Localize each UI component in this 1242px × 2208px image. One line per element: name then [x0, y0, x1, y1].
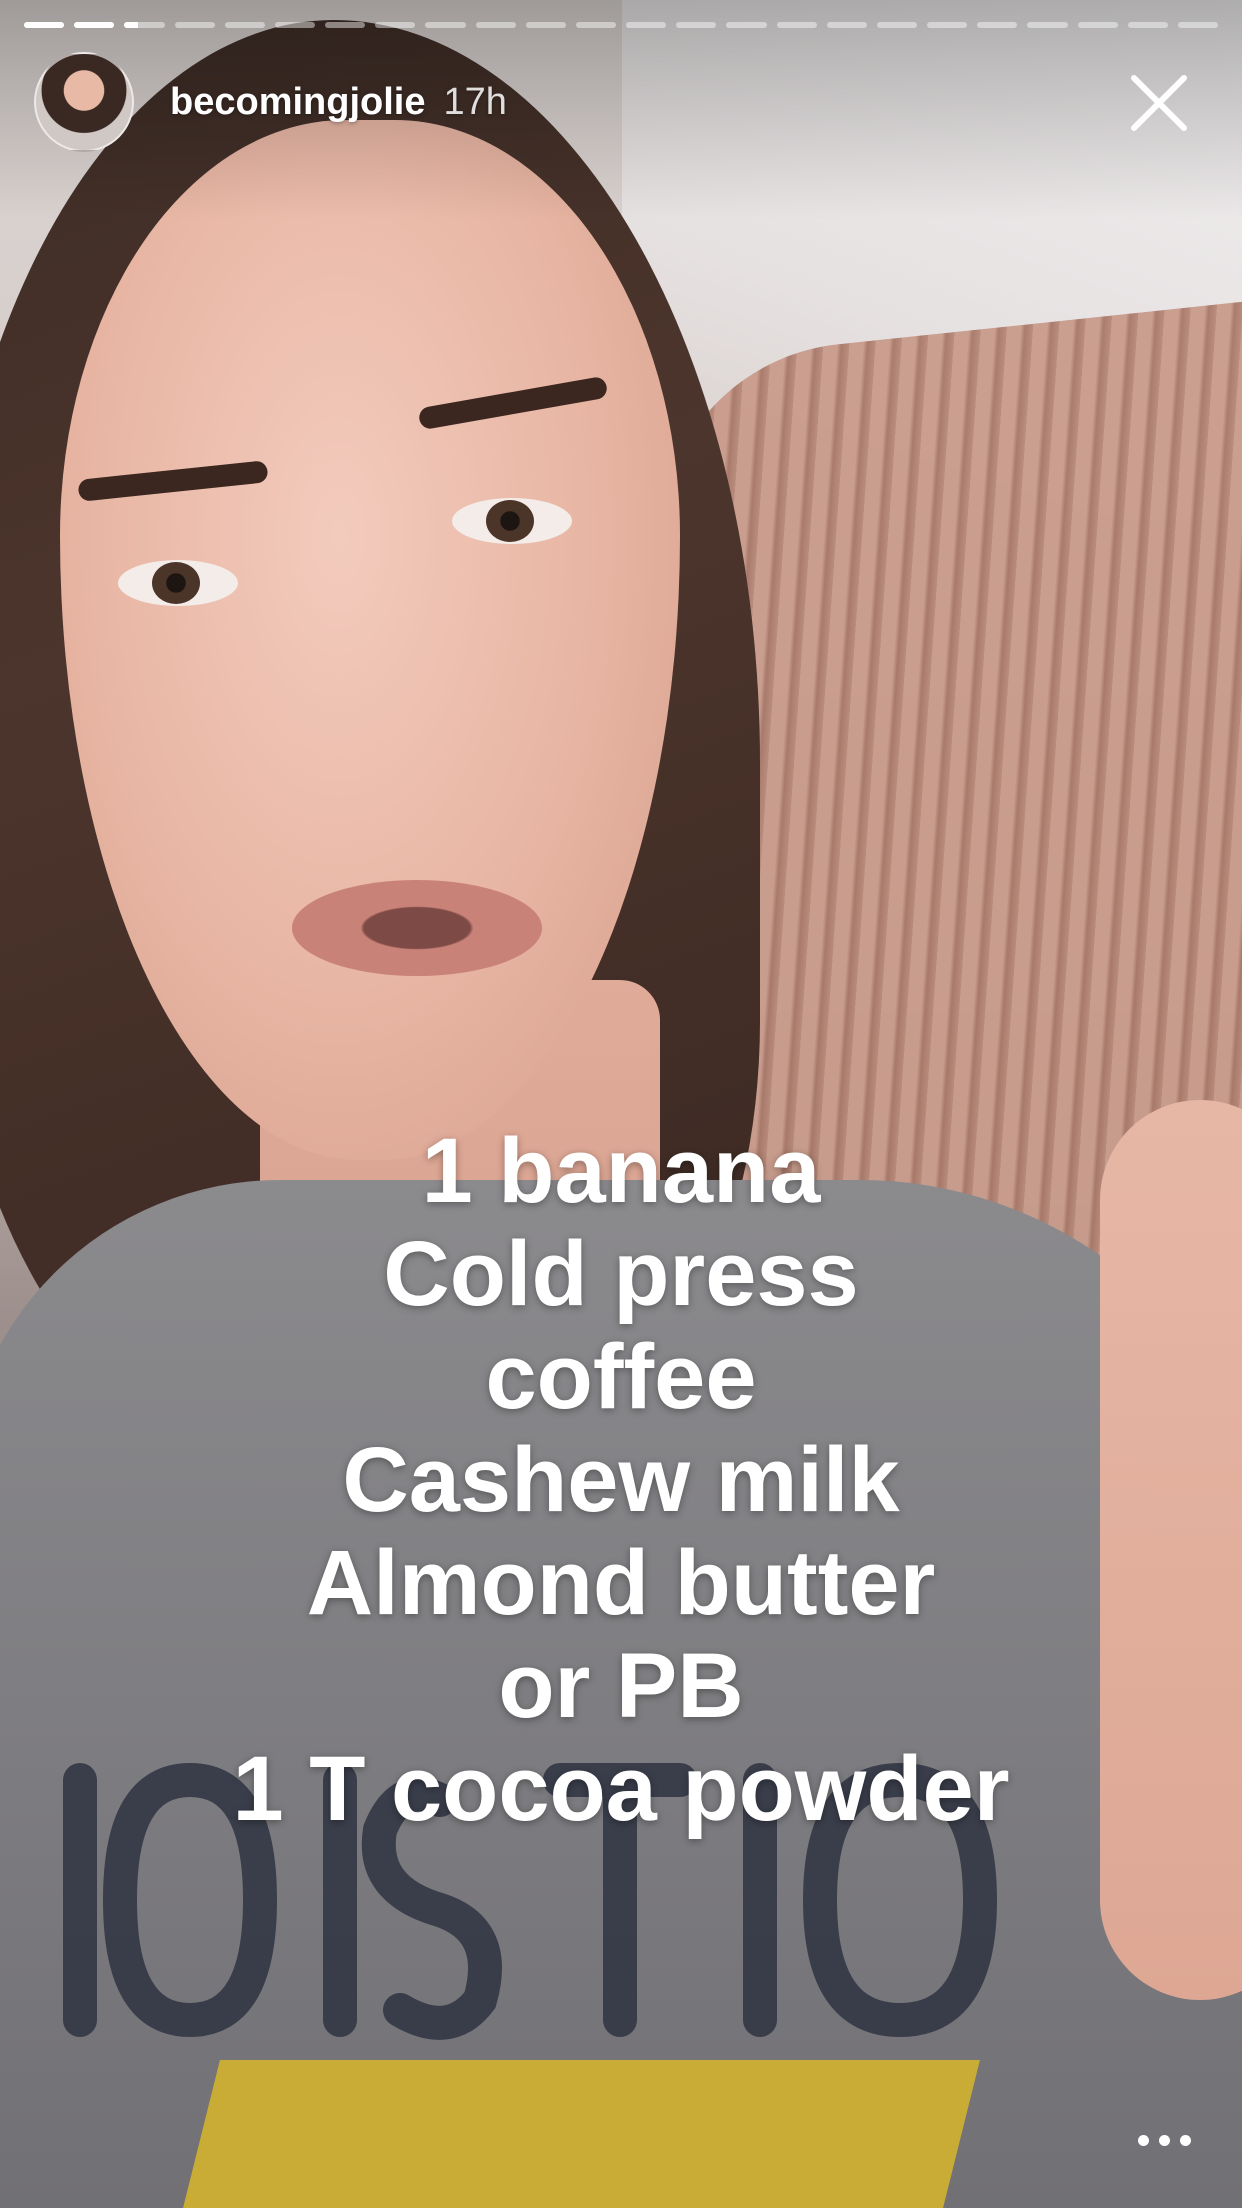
progress-segment	[1127, 22, 1168, 28]
photo-shirt-yellow-print	[180, 2060, 980, 2208]
progress-segment	[425, 22, 466, 28]
progress-segment	[876, 22, 918, 28]
progress-segment-fill	[24, 22, 65, 28]
more-dot	[1158, 2134, 1170, 2146]
progress-segment	[1177, 22, 1219, 28]
photo-mouth	[292, 880, 542, 976]
caption-line: 1 banana	[421, 1120, 821, 1222]
progress-segment	[1027, 22, 1068, 28]
progress-segment	[977, 22, 1018, 28]
close-icon[interactable]	[1126, 70, 1192, 136]
progress-segment	[726, 22, 767, 28]
caption-line: coffee	[485, 1326, 757, 1428]
progress-segment	[24, 22, 65, 28]
username[interactable]: becomingjolie	[170, 81, 425, 124]
caption-line: or PB	[498, 1635, 744, 1737]
progress-segment	[575, 22, 617, 28]
progress-segment	[375, 22, 416, 28]
caption-line: Cold press	[383, 1223, 859, 1325]
progress-segment	[224, 22, 265, 28]
progress-segment-fill	[124, 22, 139, 28]
progress-segment	[776, 22, 817, 28]
photo-eye-right	[452, 498, 572, 544]
progress-segment-fill	[74, 22, 115, 28]
more-dot	[1179, 2134, 1191, 2146]
photo-eye-left	[118, 560, 238, 606]
progress-segment	[826, 22, 867, 28]
progress-segment	[325, 22, 366, 28]
progress-segment	[74, 22, 115, 28]
progress-segment	[626, 22, 667, 28]
caption-line: 1 T cocoa powder	[232, 1738, 1010, 1840]
caption-line: Almond butter	[306, 1532, 936, 1634]
progress-segment	[274, 22, 316, 28]
story-header[interactable]: becomingjolie 17h	[34, 52, 507, 152]
more-options-icon[interactable]	[1124, 2120, 1204, 2160]
story-viewer[interactable]: becomingjolie 17h 1 banana Cold press co…	[0, 0, 1242, 2208]
progress-segment	[174, 22, 215, 28]
story-progress-bar	[24, 22, 1219, 28]
progress-segment	[1077, 22, 1118, 28]
progress-segment	[475, 22, 516, 28]
progress-segment	[525, 22, 566, 28]
progress-segment	[124, 22, 165, 28]
progress-segment	[676, 22, 717, 28]
more-dot	[1137, 2134, 1149, 2146]
avatar[interactable]	[34, 52, 134, 152]
progress-segment	[927, 22, 968, 28]
caption-line: Cashew milk	[342, 1429, 900, 1531]
story-caption: 1 banana Cold press coffee Cashew milk A…	[0, 1120, 1242, 1841]
post-time: 17h	[443, 80, 507, 123]
